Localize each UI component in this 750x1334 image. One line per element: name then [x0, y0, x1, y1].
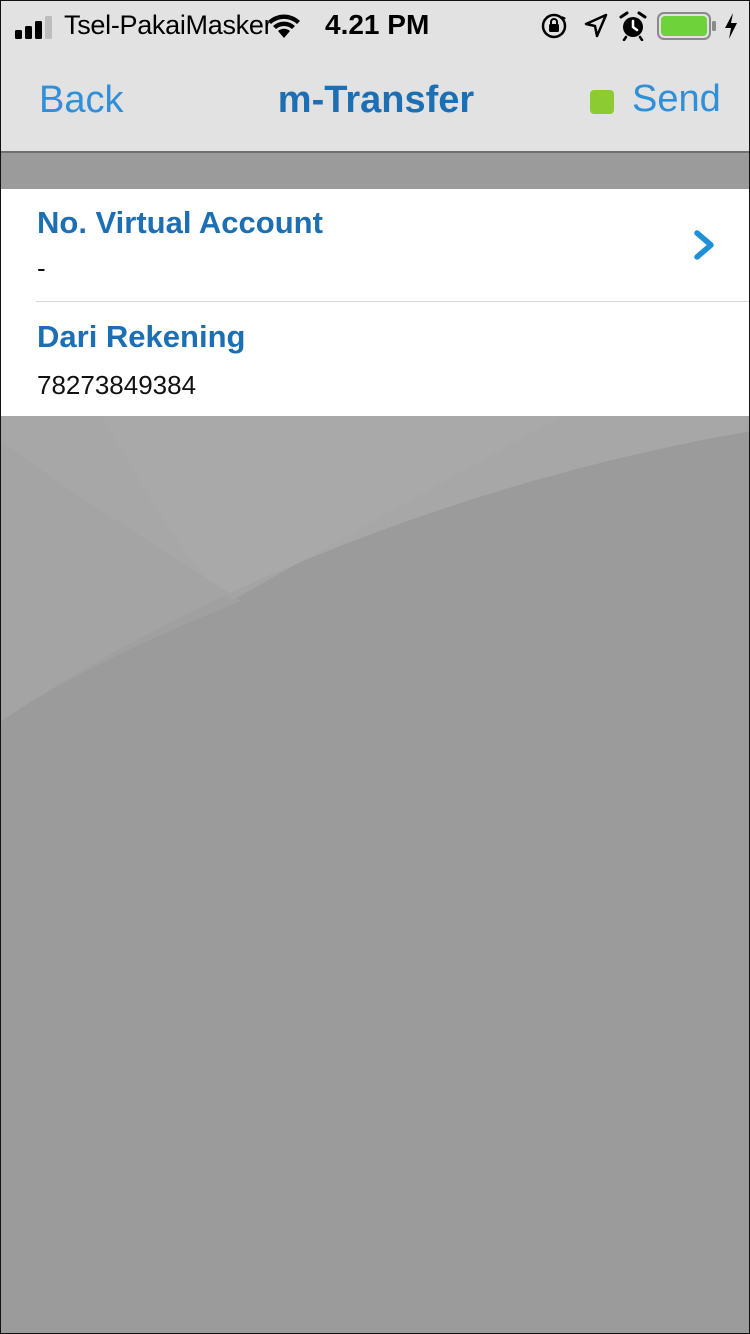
carrier-name: Tsel-PakaiMasker	[64, 10, 273, 40]
alarm-icon	[619, 11, 647, 41]
source-account-label: Dari Rekening	[37, 319, 246, 354]
battery-icon	[657, 12, 716, 40]
wifi-icon	[268, 14, 300, 38]
virtual-account-row[interactable]: No. Virtual Account -	[1, 189, 749, 302]
navigation-bar: Back m-Transfer Send	[1, 51, 749, 153]
chevron-right-icon[interactable]	[691, 229, 717, 261]
screen: Tsel-PakaiMasker 4.21 PM Back m-Transfer…	[0, 0, 750, 1334]
status-time: 4.21 PM	[325, 9, 430, 40]
transfer-form: No. Virtual Account - Dari Rekening 7827…	[1, 189, 749, 416]
source-account-row: Dari Rekening 78273849384	[1, 302, 749, 416]
virtual-account-label: No. Virtual Account	[37, 205, 323, 240]
signal-icon	[15, 16, 52, 39]
status-indicator	[590, 90, 614, 114]
send-button[interactable]: Send	[632, 78, 721, 121]
rotation-lock-icon	[541, 13, 567, 39]
location-icon	[584, 13, 608, 38]
virtual-account-value: -	[37, 253, 46, 283]
status-bar: Tsel-PakaiMasker 4.21 PM	[1, 1, 749, 51]
charging-icon	[725, 13, 737, 39]
source-account-value: 78273849384	[37, 370, 197, 400]
